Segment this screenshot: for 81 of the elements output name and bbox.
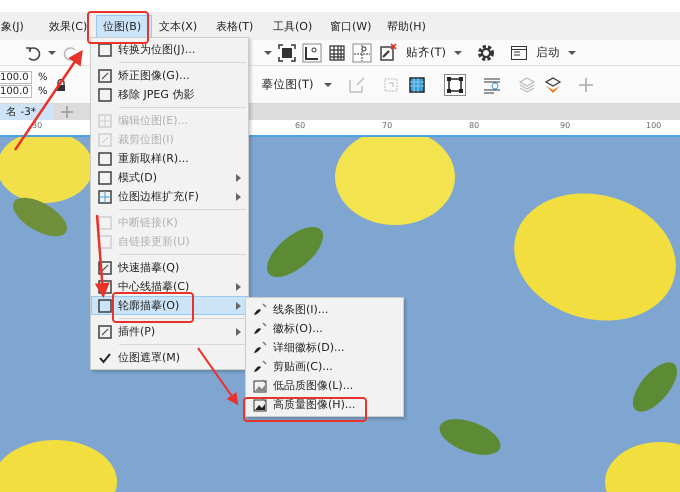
caret-icon[interactable] (264, 48, 272, 56)
caret-icon[interactable] (454, 48, 462, 56)
menu-bar-item[interactable]: 位图(B) (96, 14, 152, 38)
snap-off-icon[interactable] (378, 42, 398, 62)
menu-bar-item[interactable]: 表格(T) (209, 14, 266, 38)
bitmap-icon (97, 278, 113, 294)
menu-item[interactable]: 矫正图像(G)... (91, 66, 248, 85)
unit-label: % (38, 72, 48, 83)
ruler-label: 100 (646, 121, 662, 130)
caret-icon[interactable] (324, 80, 332, 88)
document-tab[interactable]: 名 -3* (0, 104, 54, 120)
bitmap-icon (97, 132, 113, 148)
leaf-drawing (440, 419, 500, 455)
menu-bar-item[interactable]: 效果(C) (42, 14, 92, 38)
trace-icon (252, 396, 268, 412)
fullscreen-icon[interactable] (278, 44, 296, 62)
bitmap-icon (97, 234, 113, 250)
bitmap-icon (97, 68, 113, 84)
bounding-box-icon[interactable] (444, 74, 466, 96)
ruler-label: 70 (382, 121, 392, 130)
bitmap-icon (97, 214, 113, 230)
leaf-drawing (267, 226, 323, 278)
trace-icon (252, 378, 268, 394)
menu-item[interactable]: 快速描摹(Q) (91, 258, 248, 277)
menu-item[interactable]: 低品质图像(L)... (246, 376, 403, 395)
guidelines-icon[interactable] (352, 42, 372, 62)
menu-bar-item[interactable]: 工具(O) (266, 14, 323, 38)
bitmap-icon (97, 260, 113, 276)
ruler-label: 60 (295, 121, 306, 130)
menu-item[interactable]: 剪贴画(C)... (246, 357, 403, 376)
trace-icon (252, 320, 268, 336)
menu-item[interactable]: 详细徽标(D)... (246, 338, 403, 357)
menu-item[interactable]: 重新取样(R)... (91, 149, 248, 168)
menu-bar-item[interactable]: 文本(X) (152, 14, 209, 38)
ruler-label: 90 (560, 121, 570, 130)
caret-icon[interactable] (568, 48, 576, 56)
trace-icon (252, 302, 268, 318)
snap-to-dropdown[interactable]: 贴齐(T) (404, 45, 448, 60)
text-wrap-icon[interactable] (482, 76, 502, 94)
bitmap-icon (97, 112, 113, 128)
menu-item[interactable]: 插件(P) (91, 322, 248, 341)
bitmap-icon (97, 170, 113, 186)
resample-icon[interactable] (408, 76, 426, 94)
lock-icon[interactable] (56, 78, 66, 90)
ruler-label: 80 (469, 121, 480, 130)
menu-item[interactable]: 线条图(I)... (246, 300, 403, 319)
menu-item[interactable]: 位图边框扩充(F) (91, 187, 248, 206)
bitmap-icon (97, 42, 113, 58)
menu-item[interactable]: 轮廓描摹(O) (91, 296, 248, 315)
trace-icon (252, 340, 268, 356)
bitmap-icon (97, 150, 113, 166)
trace-icon (252, 358, 268, 374)
menu-bar-item[interactable]: 帮助(H) (380, 14, 437, 38)
menu-item[interactable]: 位图遮罩(M) (91, 348, 248, 367)
grid-icon[interactable] (328, 44, 346, 62)
leaf-drawing (13, 198, 67, 236)
menu-bar-item[interactable]: 窗口(W) (323, 14, 380, 38)
caret-icon[interactable] (48, 48, 56, 56)
leaf-drawing (632, 362, 678, 412)
ruler-icon[interactable] (302, 42, 322, 62)
scale-field[interactable]: 100.0 (0, 71, 32, 84)
menu-item[interactable]: 模式(D) (91, 168, 248, 187)
menu-item[interactable]: 移除 JPEG 伪影 (91, 85, 248, 104)
menu-item[interactable]: 转换为位图(J)... (91, 40, 248, 59)
bitmap-icon (97, 188, 113, 204)
window-icon[interactable] (510, 44, 528, 62)
settings-icon[interactable] (476, 42, 496, 62)
launch-dropdown[interactable]: 启动 (534, 45, 562, 60)
layers-icon[interactable] (544, 76, 562, 94)
scale-field[interactable]: 100.0 (0, 85, 32, 98)
bitmap-icon (97, 298, 113, 314)
trace-bitmap-dropdown[interactable]: 摹位图(T) (260, 77, 316, 92)
unit-label: % (38, 86, 48, 97)
highlight-frame (87, 11, 149, 44)
menu-item[interactable]: 徽标(O)... (246, 319, 403, 338)
bitmap-icon (97, 324, 113, 340)
menu-bar-item[interactable]: 象(J) (0, 14, 42, 38)
menu-item[interactable]: 高质量图像(H)... (246, 395, 403, 414)
bitmap-icon (97, 86, 113, 102)
annotation-arrow (197, 347, 238, 406)
menu-item[interactable]: 中心线描摹(C) (91, 277, 248, 296)
